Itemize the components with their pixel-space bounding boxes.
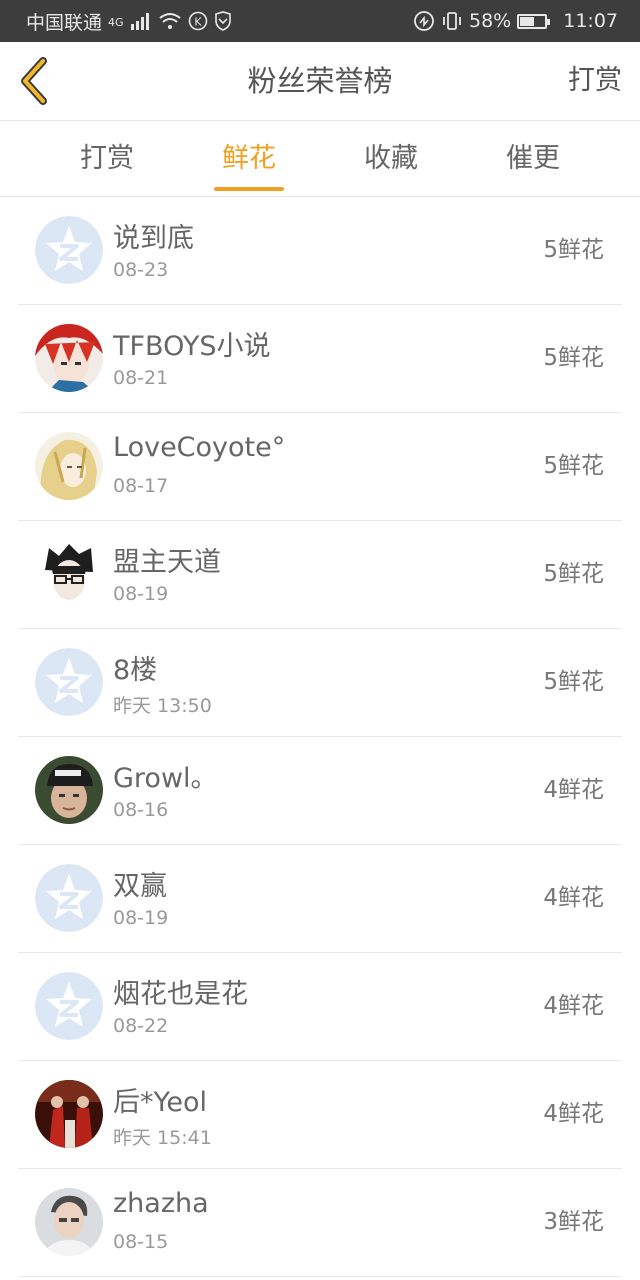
wifi-icon — [158, 12, 182, 30]
tab-urge-update[interactable]: 催更 — [462, 121, 604, 196]
user-name: 后*Yeol — [113, 1087, 208, 1118]
list-item[interactable]: Growl。 08-16 4鲜花 — [18, 737, 622, 845]
flower-count: 4鲜花 — [543, 777, 604, 803]
user-name: 说到底 — [113, 223, 194, 254]
user-avatar-image — [35, 324, 103, 392]
gift-date: 昨天 13:50 — [113, 695, 212, 717]
flower-count: 5鲜花 — [543, 561, 604, 587]
default-avatar-icon — [35, 972, 103, 1040]
default-avatar-icon — [35, 864, 103, 932]
user-avatar-image — [35, 1080, 103, 1148]
flower-count: 4鲜花 — [543, 1101, 604, 1127]
user-name: 烟花也是花 — [113, 979, 248, 1010]
flower-count: 5鲜花 — [543, 345, 604, 371]
avatar[interactable] — [35, 1080, 103, 1148]
tab-favorites[interactable]: 收藏 — [320, 121, 462, 196]
list-item[interactable]: 双赢 08-19 4鲜花 — [18, 845, 622, 953]
list-item[interactable]: 后*Yeol 昨天 15:41 4鲜花 — [18, 1061, 622, 1169]
reward-button[interactable]: 打赏 — [568, 42, 622, 120]
default-avatar-icon — [35, 648, 103, 716]
user-name: LoveCoyote° — [113, 432, 286, 463]
avatar[interactable] — [35, 972, 103, 1040]
list-item[interactable]: 说到底 08-23 5鲜花 — [18, 197, 622, 305]
tab-reward[interactable]: 打赏 — [36, 121, 178, 196]
flower-count: 5鲜花 — [543, 237, 604, 263]
user-avatar-image — [35, 756, 103, 824]
list-item[interactable]: 盟主天道 08-19 5鲜花 — [18, 521, 622, 629]
data-saver-icon — [413, 10, 435, 32]
avatar[interactable] — [35, 648, 103, 716]
page-title: 粉丝荣誉榜 — [247, 64, 393, 98]
user-avatar-image — [35, 540, 103, 608]
gift-date: 08-15 — [113, 1231, 169, 1253]
default-avatar-icon — [35, 216, 103, 284]
avatar[interactable] — [35, 540, 103, 608]
ranking-list: 说到底 08-23 5鲜花 TFBOYS小说 08-21 5鲜花 LoveCoyote° 08… — [18, 197, 622, 1277]
battery-icon — [517, 13, 551, 29]
user-name: 8楼 — [113, 655, 158, 686]
shield-icon — [214, 11, 232, 31]
user-avatar-image — [35, 1188, 103, 1256]
user-name: TFBOYS小说 — [113, 331, 271, 362]
tab-bar: 打赏 鲜花 收藏 催更 — [0, 121, 640, 197]
status-bar: 中国联通 4G K 58% 11:07 — [0, 0, 640, 42]
avatar[interactable] — [35, 1188, 103, 1256]
gift-date: 08-17 — [113, 475, 169, 497]
list-item[interactable]: 烟花也是花 08-22 4鲜花 — [18, 953, 622, 1061]
gift-date: 昨天 15:41 — [113, 1127, 212, 1149]
avatar[interactable] — [35, 324, 103, 392]
avatar[interactable] — [35, 216, 103, 284]
list-item[interactable]: TFBOYS小说 08-21 5鲜花 — [18, 305, 622, 413]
nav-bar: 粉丝荣誉榜 打赏 — [0, 42, 640, 121]
gift-date: 08-23 — [113, 259, 169, 281]
flower-count: 4鲜花 — [543, 885, 604, 911]
gift-date: 08-19 — [113, 907, 169, 929]
list-item[interactable]: 8楼昨天 13:50 5鲜花 — [18, 629, 622, 737]
user-name: 双赢 — [113, 871, 167, 902]
user-name: Growl。 — [113, 763, 218, 794]
tab-flowers[interactable]: 鲜花 — [178, 121, 320, 196]
avatar[interactable] — [35, 756, 103, 824]
gift-date: 08-22 — [113, 1015, 169, 1037]
battery-percent: 58% — [469, 10, 512, 32]
gift-date: 08-21 — [113, 367, 169, 389]
avatar[interactable] — [35, 864, 103, 932]
list-item[interactable]: LoveCoyote° 08-17 5鲜花 — [18, 413, 622, 521]
user-name: zhazha — [113, 1188, 209, 1219]
avatar[interactable] — [35, 432, 103, 500]
signal-icon — [130, 12, 152, 30]
vibrate-icon — [441, 11, 463, 31]
carrier-label: 中国联通 — [26, 11, 103, 34]
gift-date: 08-19 — [113, 583, 169, 605]
flower-count: 4鲜花 — [543, 993, 604, 1019]
gift-date: 08-16 — [113, 799, 169, 821]
list-item[interactable]: zhazha 08-15 3鲜花 — [18, 1169, 622, 1277]
svg-text:K: K — [194, 16, 202, 29]
flower-count: 5鲜花 — [543, 453, 604, 479]
flower-count: 5鲜花 — [543, 669, 604, 695]
user-avatar-image — [35, 432, 103, 500]
flower-count: 3鲜花 — [543, 1209, 604, 1235]
k-app-icon: K — [188, 11, 208, 31]
clock: 11:07 — [563, 10, 618, 32]
network-label: 4G — [108, 15, 124, 29]
user-name: 盟主天道 — [113, 547, 221, 578]
